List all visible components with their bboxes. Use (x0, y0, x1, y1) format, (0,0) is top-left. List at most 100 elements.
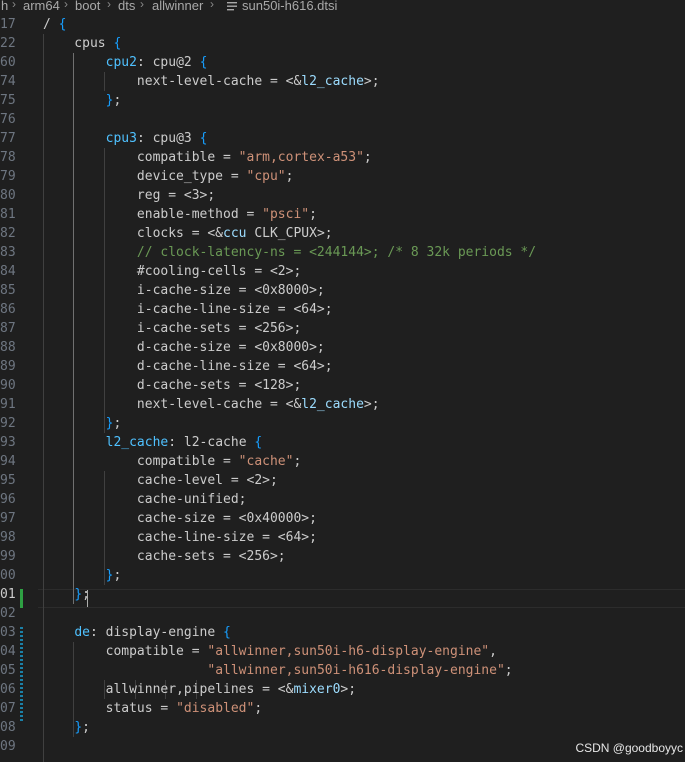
line-number: 92 (0, 416, 16, 431)
line-code: allwinner,pipelines = <&mixer0>; (43, 682, 357, 697)
breadcrumb-item[interactable]: boot (75, 0, 100, 13)
line-number: 17 (0, 17, 16, 32)
code-line[interactable]: 81 enable-method = "psci"; (0, 205, 685, 224)
line-number: 01 (0, 587, 16, 602)
code-line[interactable]: 60 cpu2: cpu@2 { (0, 53, 685, 72)
line-code: cache-size = <0x40000>; (43, 511, 317, 526)
line-code: i-cache-line-size = <64>; (43, 302, 333, 317)
code-line[interactable]: 04 compatible = "allwinner,sun50i-h6-dis… (0, 642, 685, 661)
line-number: 02 (0, 606, 16, 621)
chevron-right-icon: › (140, 0, 144, 11)
code-line[interactable]: 78 compatible = "arm,cortex-a53"; (0, 148, 685, 167)
line-number: 86 (0, 302, 16, 317)
line-code: i-cache-sets = <256>; (43, 321, 302, 336)
code-line[interactable]: 07 status = "disabled"; (0, 699, 685, 718)
code-line[interactable]: 98 cache-line-size = <64>; (0, 528, 685, 547)
line-code: de: display-engine { (74, 625, 231, 640)
line-code: device_type = "cpu"; (43, 169, 294, 184)
breadcrumb-file[interactable]: sun50i-h616.dtsi (242, 0, 337, 13)
text-cursor (87, 590, 88, 607)
line-code: cpu3: cpu@3 { (105, 131, 208, 146)
line-number: 03 (0, 625, 16, 640)
line-code: }; (105, 416, 122, 431)
line-code: }; (74, 720, 90, 735)
line-number: 08 (0, 720, 16, 735)
line-number: 07 (0, 701, 16, 716)
line-number: 89 (0, 359, 16, 374)
line-code: next-level-cache = <&l2_cache>; (43, 74, 380, 89)
breadcrumb-item[interactable]: allwinner (152, 0, 203, 13)
code-line[interactable]: 75 }; (0, 91, 685, 110)
code-line[interactable]: 08 }; (0, 718, 685, 737)
line-code: cache-line-size = <64>; (43, 530, 317, 545)
code-line[interactable]: 86 i-cache-line-size = <64>; (0, 300, 685, 319)
line-code: next-level-cache = <&l2_cache>; (43, 397, 380, 412)
line-code: compatible = "allwinner,sun50i-h6-displa… (43, 644, 497, 659)
watermark: CSDN @goodboyyc (575, 741, 683, 755)
code-line[interactable]: 80 reg = <3>; (0, 186, 685, 205)
line-number: 74 (0, 74, 16, 89)
code-line[interactable]: 06 allwinner,pipelines = <&mixer0>; (0, 680, 685, 699)
line-code: status = "disabled"; (43, 701, 263, 716)
line-code: }; (74, 587, 90, 602)
breadcrumb-item[interactable]: arm64 (23, 0, 60, 13)
code-line[interactable]: 87 i-cache-sets = <256>; (0, 319, 685, 338)
line-number: 84 (0, 264, 16, 279)
code-line[interactable]: 84 #cooling-cells = <2>; (0, 262, 685, 281)
code-line[interactable]: 03 de: display-engine { (0, 623, 685, 642)
line-number: 94 (0, 454, 16, 469)
line-code: compatible = "arm,cortex-a53"; (43, 150, 372, 165)
code-line[interactable]: 96 cache-unified; (0, 490, 685, 509)
breadcrumb: h › arm64 › boot › dts › allwinner › sun… (0, 0, 685, 15)
code-line[interactable]: 99 cache-sets = <256>; (0, 547, 685, 566)
code-line[interactable]: 93 l2_cache: l2-cache { (0, 433, 685, 452)
code-line[interactable]: 79 device_type = "cpu"; (0, 167, 685, 186)
line-number: 91 (0, 397, 16, 412)
code-line[interactable]: 92 }; (0, 414, 685, 433)
line-code: l2_cache: l2-cache { (105, 435, 263, 450)
line-number: 06 (0, 682, 16, 697)
line-number: 76 (0, 112, 16, 127)
line-number: 90 (0, 378, 16, 393)
code-editor[interactable]: 17/ {22 cpus {60 cpu2: cpu@2 {74 next-le… (0, 15, 685, 762)
line-number: 05 (0, 663, 16, 678)
line-code: clocks = <&ccu CLK_CPUX>; (43, 226, 333, 241)
code-line[interactable]: 77 cpu3: cpu@3 { (0, 129, 685, 148)
code-line[interactable]: 22 cpus { (0, 34, 685, 53)
line-code: cpus { (43, 36, 122, 51)
line-number: 93 (0, 435, 16, 450)
line-code: / { (43, 17, 67, 32)
code-line[interactable]: 01 }; (0, 585, 685, 604)
code-line[interactable]: 02 (0, 604, 685, 623)
line-code: reg = <3>; (43, 188, 216, 203)
code-line[interactable]: 90 d-cache-sets = <128>; (0, 376, 685, 395)
code-line[interactable]: 91 next-level-cache = <&l2_cache>; (0, 395, 685, 414)
code-line[interactable]: 17 / { (0, 15, 685, 34)
breadcrumb-item[interactable]: dts (118, 0, 135, 13)
code-line[interactable]: 82 clocks = <&ccu CLK_CPUX>; (0, 224, 685, 243)
code-line[interactable]: 85 i-cache-size = <0x8000>; (0, 281, 685, 300)
code-line[interactable]: 76 (0, 110, 685, 129)
line-number: 85 (0, 283, 16, 298)
chevron-right-icon: › (12, 0, 16, 11)
code-line[interactable]: 95 cache-level = <2>; (0, 471, 685, 490)
line-number: 75 (0, 93, 16, 108)
code-line[interactable]: 05 "allwinner,sun50i-h616-display-engine… (0, 661, 685, 680)
code-line[interactable]: 89 d-cache-line-size = <64>; (0, 357, 685, 376)
code-line[interactable]: 00 }; (0, 566, 685, 585)
line-code: d-cache-size = <0x8000>; (43, 340, 325, 355)
code-line[interactable]: 83 // clock-latency-ns = <244144>; /* 8 … (0, 243, 685, 262)
line-code: compatible = "cache"; (43, 454, 302, 469)
file-lines-icon (227, 2, 237, 11)
line-number: 99 (0, 549, 16, 564)
line-number: 98 (0, 530, 16, 545)
chevron-right-icon: › (210, 0, 214, 11)
code-line[interactable]: 97 cache-size = <0x40000>; (0, 509, 685, 528)
line-code: #cooling-cells = <2>; (43, 264, 302, 279)
code-line[interactable]: 94 compatible = "cache"; (0, 452, 685, 471)
line-code: enable-method = "psci"; (43, 207, 317, 222)
breadcrumb-item[interactable]: h (1, 0, 8, 13)
line-number: 79 (0, 169, 16, 184)
code-line[interactable]: 74 next-level-cache = <&l2_cache>; (0, 72, 685, 91)
code-line[interactable]: 88 d-cache-size = <0x8000>; (0, 338, 685, 357)
